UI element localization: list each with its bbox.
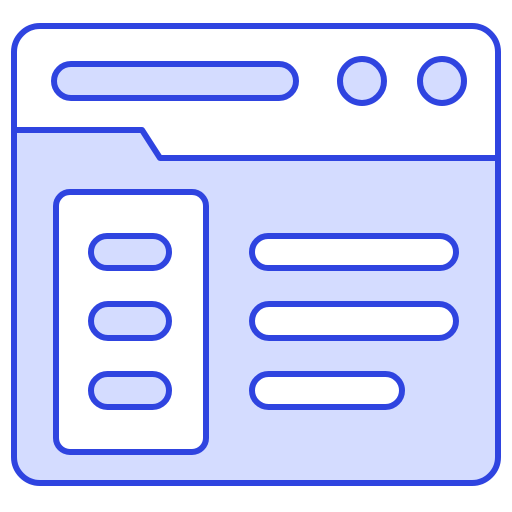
content-line-1 (249, 233, 459, 271)
content-line-2 (249, 301, 459, 341)
sidebar-item-1[interactable] (88, 233, 172, 271)
address-bar[interactable] (51, 61, 299, 101)
window-control-circle-1[interactable] (337, 56, 387, 106)
sidebar-item-3[interactable] (88, 371, 172, 410)
sidebar-item-2[interactable] (88, 301, 172, 341)
content-line-3 (249, 371, 405, 410)
window-control-circle-2[interactable] (417, 56, 467, 106)
icon-canvas (0, 0, 512, 512)
browser-window-layout-icon (11, 23, 501, 486)
